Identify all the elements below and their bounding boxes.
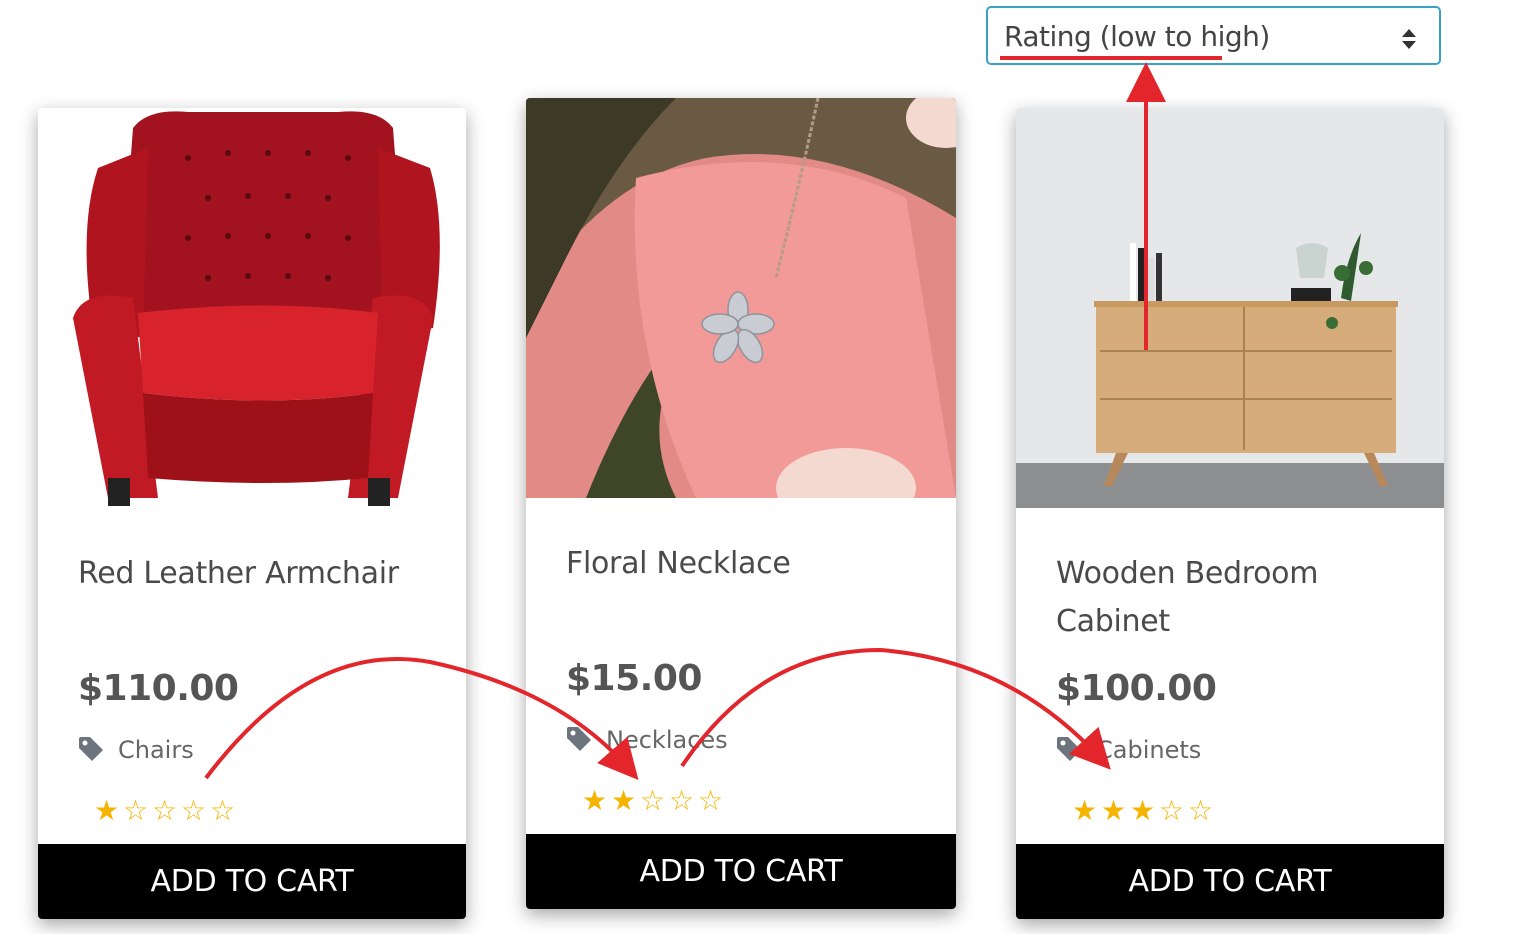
- product-image-armchair[interactable]: [38, 108, 466, 508]
- star-empty-icon: ☆: [181, 794, 208, 827]
- product-category: Necklaces: [566, 726, 728, 754]
- add-to-cart-button[interactable]: ADD TO CART: [526, 834, 956, 909]
- star-filled-icon: ★: [1101, 794, 1128, 827]
- product-name[interactable]: Floral Necklace: [566, 540, 916, 588]
- star-empty-icon: ☆: [210, 794, 237, 827]
- star-filled-icon: ★: [1072, 794, 1099, 827]
- sort-arrows-icon: [1402, 29, 1416, 49]
- product-category: Chairs: [78, 736, 194, 764]
- sort-selected-value: Rating (low to high): [1004, 20, 1270, 53]
- star-empty-icon: ☆: [669, 784, 696, 817]
- tag-icon: [79, 737, 103, 761]
- category-label[interactable]: Cabinets: [1096, 736, 1201, 764]
- add-to-cart-button[interactable]: ADD TO CART: [1016, 844, 1444, 919]
- sort-select[interactable]: Rating (low to high): [986, 6, 1441, 65]
- product-category: Cabinets: [1056, 736, 1201, 764]
- annotation-underline: [1000, 56, 1222, 60]
- star-filled-icon: ★: [1130, 794, 1157, 827]
- rating-stars: ★ ☆ ☆ ☆ ☆: [94, 794, 239, 827]
- product-image-necklace[interactable]: [526, 98, 956, 498]
- rating-stars: ★ ★ ☆ ☆ ☆: [582, 784, 727, 817]
- product-price: $110.00: [78, 668, 239, 709]
- product-image-cabinet[interactable]: [1016, 108, 1444, 508]
- product-card: Floral Necklace $15.00 Necklaces ★ ★ ☆ ☆ ☆ A…: [526, 98, 956, 909]
- tag-icon: [1057, 737, 1081, 761]
- star-filled-icon: ★: [94, 794, 121, 827]
- category-label[interactable]: Necklaces: [606, 726, 728, 754]
- add-to-cart-button[interactable]: ADD TO CART: [38, 844, 466, 919]
- product-name[interactable]: Wooden Bedroom Cabinet: [1056, 550, 1406, 646]
- star-empty-icon: ☆: [1188, 794, 1215, 827]
- star-filled-icon: ★: [582, 784, 609, 817]
- product-card: Wooden Bedroom Cabinet $100.00 Cabinets …: [1016, 108, 1444, 919]
- category-label[interactable]: Chairs: [118, 736, 194, 764]
- product-card: Red Leather Armchair $110.00 Chairs ★ ☆ ☆ ☆…: [38, 108, 466, 919]
- product-price: $100.00: [1056, 668, 1217, 709]
- product-name[interactable]: Red Leather Armchair: [78, 550, 428, 598]
- star-filled-icon: ★: [611, 784, 638, 817]
- star-empty-icon: ☆: [1159, 794, 1186, 827]
- star-empty-icon: ☆: [640, 784, 667, 817]
- tag-icon: [567, 727, 591, 751]
- product-price: $15.00: [566, 658, 702, 699]
- rating-stars: ★ ★ ★ ☆ ☆: [1072, 794, 1217, 827]
- star-empty-icon: ☆: [152, 794, 179, 827]
- star-empty-icon: ☆: [123, 794, 150, 827]
- star-empty-icon: ☆: [698, 784, 725, 817]
